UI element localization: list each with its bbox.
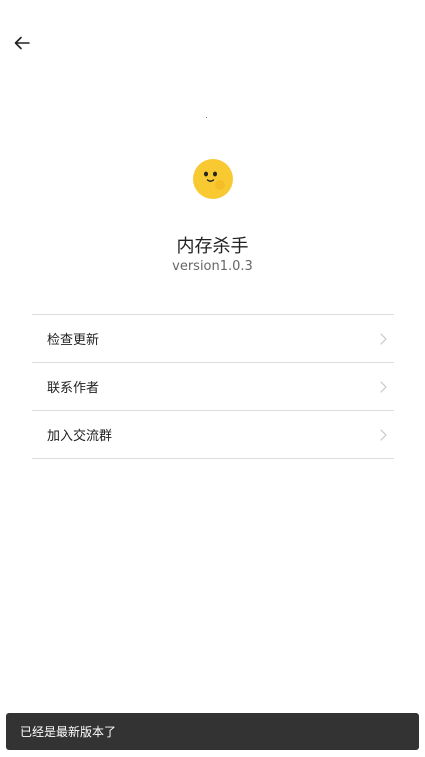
menu-item-label: 检查更新 [47,333,100,348]
settings-menu: 检查更新 联系作者 加入交流群 [32,314,394,459]
chevron-right-icon [380,380,387,393]
app-logo-icon [193,159,233,199]
back-button[interactable] [8,29,36,57]
menu-item-join-group[interactable]: 加入交流群 [32,411,394,459]
toast-text: 已经是最新版本了 [20,725,117,739]
arrow-left-icon [14,36,30,50]
toast-message: 已经是最新版本了 [6,713,419,750]
app-version: version1.0.3 [172,259,253,274]
menu-item-label: 加入交流群 [47,429,113,444]
chevron-right-icon [380,428,387,441]
menu-item-check-update[interactable]: 检查更新 [32,315,394,363]
app-name: 内存杀手 [176,236,249,257]
menu-item-label: 联系作者 [47,381,100,396]
menu-item-contact-author[interactable]: 联系作者 [32,363,394,411]
decorative-dot [206,117,207,118]
chevron-right-icon [380,332,387,345]
